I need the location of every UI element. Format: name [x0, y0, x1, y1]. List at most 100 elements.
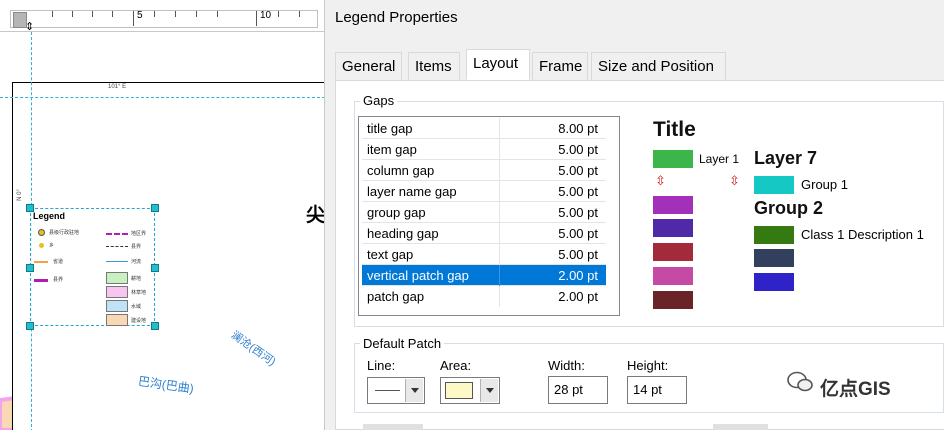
legend-line [106, 233, 128, 235]
gap-indicator-icon: ⇳ [655, 173, 666, 188]
legend-item: 河流 [131, 259, 142, 265]
resize-handle[interactable] [26, 204, 34, 212]
preview-patch [653, 267, 693, 285]
legend-title: Legend [33, 211, 66, 221]
dialog-title: Legend Properties [335, 9, 458, 26]
preview-patch [653, 291, 693, 309]
legend-symbol-icon [38, 229, 45, 236]
gaps-group-label: Gaps [360, 93, 398, 108]
coordinate-label: 101° E [108, 84, 127, 90]
tab-items[interactable]: Items [408, 52, 460, 80]
gap-name: layer name gap [367, 184, 457, 199]
gap-row-column-gap[interactable]: column gap 5.00 pt [362, 160, 606, 181]
preview-patch [653, 243, 693, 261]
resize-handle[interactable] [151, 204, 159, 212]
gap-name: patch gap [367, 289, 425, 304]
gap-value[interactable]: 5.00 pt [558, 226, 598, 241]
gap-name: title gap [367, 121, 413, 136]
line-patch-preview [375, 390, 400, 391]
gap-row-text-gap[interactable]: text gap 5.00 pt [362, 244, 606, 265]
legend-item: 县界 [131, 244, 142, 250]
gap-indicator-icon: ⇳ [729, 173, 740, 188]
ruler-label: 10 [260, 10, 272, 21]
place-label: 尖 [306, 205, 325, 226]
patch-height-input[interactable]: 14 pt [627, 376, 687, 404]
gap-row-patch-gap[interactable]: patch gap 2.00 pt [362, 286, 606, 307]
legend-item: 地区界 [131, 231, 147, 237]
legend-item: 县界 [53, 277, 64, 283]
legend-symbol-icon [39, 243, 44, 248]
preview-group2-label: Group 2 [754, 198, 824, 218]
chevron-down-icon[interactable] [480, 379, 498, 402]
gap-row-heading-gap[interactable]: heading gap 5.00 pt [362, 223, 606, 244]
resize-handle[interactable] [26, 322, 34, 330]
wechat-logo-icon [787, 371, 813, 392]
ruler-track[interactable] [10, 10, 318, 28]
default-patch-group-label: Default Patch [360, 336, 445, 351]
gap-value[interactable]: 5.00 pt [558, 163, 598, 178]
ruler-label: 5 [137, 10, 143, 21]
preview-title: Title [653, 118, 696, 141]
bottom-cut-label [713, 424, 768, 430]
width-label: Width: [548, 358, 585, 373]
legend-item: 水域 [131, 304, 142, 310]
horizontal-ruler[interactable]: 5 10 ⇕ [0, 0, 324, 33]
layout-view[interactable]: 101° E N 0° 尖 巴沟(巴曲) 澜沧(西河) 5 10 ⇕ Legen… [0, 0, 325, 430]
legend-item: 耕地 [131, 276, 142, 282]
area-patch-dropdown[interactable] [440, 377, 500, 404]
preview-group1-label: Group 1 [801, 177, 848, 192]
patch-width-input[interactable]: 28 pt [548, 376, 608, 404]
gap-value[interactable]: 5.00 pt [558, 142, 598, 157]
line-patch-dropdown[interactable] [367, 377, 425, 404]
legend-swatch [106, 300, 128, 312]
gap-name: heading gap [367, 226, 439, 241]
gap-name: vertical patch gap [367, 268, 469, 283]
gap-row-layer-name-gap[interactable]: layer name gap 5.00 pt [362, 181, 606, 202]
gap-name: item gap [367, 142, 417, 157]
legend-item: 乡 [49, 243, 55, 249]
coordinate-label: N 0° [16, 189, 23, 201]
gap-value[interactable]: 8.00 pt [558, 121, 598, 136]
gap-value[interactable]: 2.00 pt [558, 289, 598, 304]
gaps-table[interactable]: title gap 8.00 pt item gap 5.00 pt colum… [358, 116, 620, 316]
map-legend-selected[interactable]: Legend 县级行政驻地 乡 省道 县界 地区界 县界 河流 耕地 林草地 水… [30, 208, 155, 326]
guide-line[interactable] [0, 97, 324, 98]
tab-general[interactable]: General [335, 52, 402, 80]
preview-patch-layer1 [653, 150, 693, 168]
resize-handle[interactable] [26, 264, 34, 272]
legend-swatch [106, 286, 128, 298]
ruler-pointer-icon[interactable]: ⇕ [25, 20, 34, 33]
tab-layout[interactable]: Layout [466, 49, 530, 80]
legend-line [106, 246, 128, 247]
preview-patch [653, 219, 693, 237]
legend-item: 建设地 [131, 318, 147, 324]
gap-value[interactable]: 5.00 pt [558, 247, 598, 262]
preview-patch-group1 [754, 176, 794, 194]
tab-size-and-position[interactable]: Size and Position [591, 52, 726, 80]
legend-properties-dialog: Legend Properties General Items Layout F… [325, 0, 944, 430]
legend-swatch [106, 272, 128, 284]
tab-frame[interactable]: Frame [532, 52, 588, 80]
legend-item: 省道 [53, 259, 64, 265]
legend-preview: Title Layer 1 ⇳ ⇳ Layer 7 Group 1 Group … [645, 116, 935, 316]
legend-item: 县级行政驻地 [49, 230, 80, 236]
legend-line [34, 279, 48, 282]
gap-row-group-gap[interactable]: group gap 5.00 pt [362, 202, 606, 223]
line-label: Line: [367, 358, 396, 373]
gap-value[interactable]: 2.00 pt [558, 268, 598, 283]
gap-name: text gap [367, 247, 414, 262]
gap-row-title-gap[interactable]: title gap 8.00 pt [362, 118, 606, 139]
resize-handle[interactable] [151, 322, 159, 330]
gap-value[interactable]: 5.00 pt [558, 205, 598, 220]
gap-row-item-gap[interactable]: item gap 5.00 pt [362, 139, 606, 160]
legend-swatch [106, 314, 128, 326]
gap-value[interactable]: 5.00 pt [558, 184, 598, 199]
gap-name: group gap [367, 205, 426, 220]
gap-name: column gap [367, 163, 435, 178]
gap-row-vertical-patch-gap[interactable]: vertical patch gap 2.00 pt [362, 265, 606, 286]
bottom-cut-label [363, 424, 423, 430]
chevron-down-icon[interactable] [405, 379, 423, 402]
height-label: Height: [627, 358, 669, 373]
resize-handle[interactable] [151, 264, 159, 272]
watermark-text: 亿点GIS [820, 379, 891, 400]
